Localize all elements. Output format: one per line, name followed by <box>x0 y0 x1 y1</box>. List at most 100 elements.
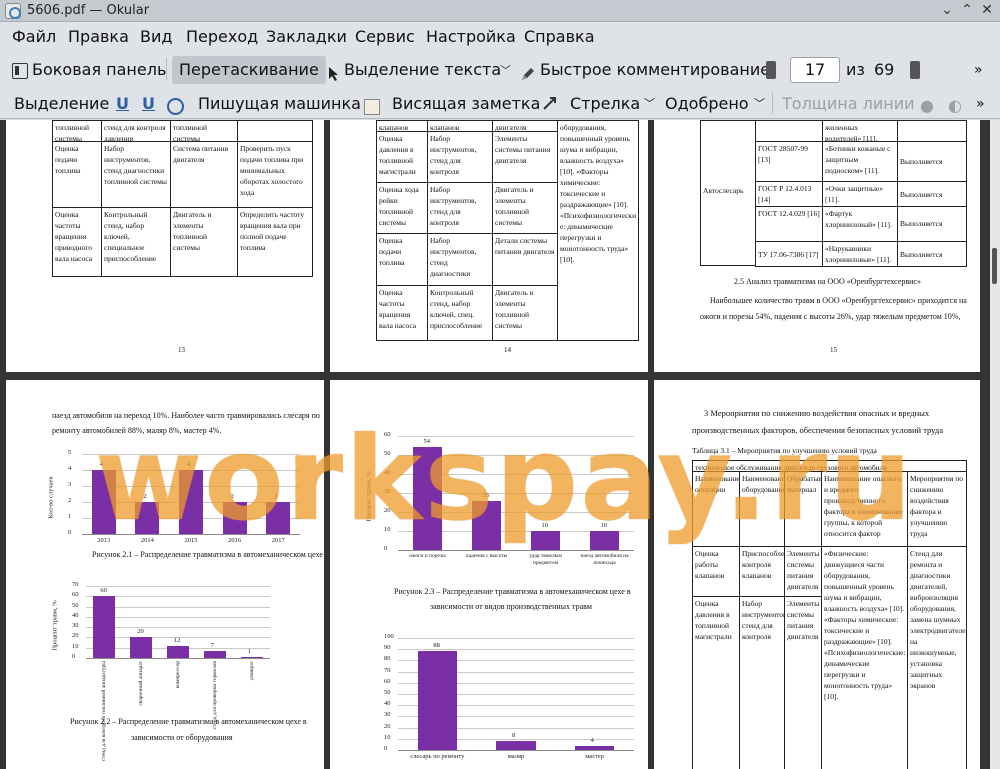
table-cell <box>237 120 313 142</box>
chart-bar <box>135 502 160 534</box>
vertical-scrollbar[interactable] <box>990 120 1000 769</box>
page-number-input[interactable]: 17 <box>790 57 840 83</box>
paragraph-line: наезд автомобиля на переход 10%. Наиболе… <box>52 411 320 420</box>
data-label: 4 <box>590 736 594 744</box>
y-tick-label: 100 <box>384 633 394 640</box>
table-cell: топливной системы <box>52 120 102 142</box>
y-tick-label: 30 <box>384 711 391 719</box>
page-14: клапанов клапанов двигателя Оценка давле… <box>330 120 648 372</box>
table-cell: «Нарукавники хлориниловые» [11]. <box>822 241 898 267</box>
table-cell: Набор инструментов, стенд диагностики <box>427 233 493 286</box>
table-cell: Выполняется <box>897 206 967 242</box>
x-tick-label: слесарь по ремонту <box>410 753 465 760</box>
stamp-icon[interactable] <box>163 92 192 120</box>
table-cell: Оценка хода рейки топливной системы <box>376 182 428 234</box>
chart-bar <box>91 470 116 534</box>
table-cell: «Физические: движущиеся части оборудован… <box>821 546 908 769</box>
arrow-tool-icon[interactable] <box>538 92 564 120</box>
chevron-down-icon[interactable]: ﹀ <box>500 62 511 78</box>
gridline <box>398 436 634 437</box>
drag-mode-label: Перетаскивание <box>179 60 319 79</box>
figure-caption: зависимости от оборудования <box>131 733 233 742</box>
y-tick-label: 50 <box>384 689 391 696</box>
arrow-tool-button[interactable]: Стрелка <box>566 90 644 118</box>
text-select-button[interactable]: Выделение текста <box>324 56 505 84</box>
line-width-button[interactable]: Толщина линии <box>778 90 919 118</box>
table-cell: Оценка давления в топливной магистрали <box>376 131 428 183</box>
menu-help[interactable]: Справка <box>524 27 595 46</box>
page-number: 15 <box>830 346 837 354</box>
paragraph-line: Наибольшее количество травм в ООО «Оренб… <box>710 296 967 305</box>
color-palette-icon[interactable]: ● <box>916 92 938 120</box>
document-view[interactable]: топливной системы стенд для контроля дав… <box>0 120 990 769</box>
menu-go[interactable]: Переход <box>186 27 258 46</box>
main-toolbar: Боковая панель Перетаскивание Выделение … <box>0 52 1000 88</box>
y-tick-label: 10 <box>384 526 391 533</box>
table-header: Мероприятия по снижению воздействия факт… <box>907 471 967 547</box>
y-tick-label: 10 <box>72 642 79 650</box>
chart-bar <box>412 447 443 550</box>
table-cell: Набор инструментов, стенд диагностики то… <box>101 141 171 208</box>
data-label: 1 <box>247 647 251 655</box>
toolbar-overflow-icon[interactable]: » <box>970 56 987 84</box>
data-label: 8 <box>512 732 516 740</box>
menu-bookmarks[interactable]: Закладки <box>266 27 347 46</box>
stamp-approved-button[interactable]: Одобрено <box>661 90 753 118</box>
chart-bar <box>471 500 502 550</box>
menu-edit[interactable]: Правка <box>68 27 129 46</box>
data-label: 2 <box>143 493 147 500</box>
stamp-dropdown-chevron-icon[interactable]: ﹀ <box>750 90 769 118</box>
next-page-icon[interactable] <box>910 61 920 79</box>
table-cell: Двигатель и элементы топливной системы <box>492 182 558 234</box>
table-cell: Выполняется <box>897 181 967 207</box>
data-label: 4 <box>99 461 104 468</box>
chart-bar <box>179 470 203 534</box>
x-tick-label: 2014 <box>140 537 154 544</box>
quick-comment-button[interactable]: Быстрое комментирование <box>516 56 774 84</box>
paragraph-line: ремонту автомобилей 88%, маляр 8%, масте… <box>52 426 222 435</box>
menu-view[interactable]: Вид <box>140 27 172 46</box>
data-label: 26 <box>482 491 490 499</box>
quick-comment-label: Быстрое комментирование <box>540 60 771 79</box>
menu-tools[interactable]: Сервис <box>355 27 415 46</box>
chart-bar <box>222 502 247 534</box>
text-select-label: Выделение текста <box>344 60 502 79</box>
sticky-note-icon[interactable] <box>360 92 388 120</box>
x-tick-label: 2013 <box>97 537 111 544</box>
previous-page-icon[interactable] <box>766 61 776 79</box>
table-header: Наименование опасного и вредного произво… <box>821 471 908 547</box>
scrollbar-thumb[interactable] <box>992 248 997 284</box>
table-cell: «Фартук хлориниловый» [11]. <box>822 206 898 242</box>
sticky-note-button[interactable]: Висящая заметка <box>388 90 544 118</box>
arrow-dropdown-chevron-icon[interactable]: ﹀ <box>640 90 659 118</box>
underline-icon[interactable]: U <box>112 90 133 118</box>
table-cell: Выполняется <box>897 141 967 182</box>
annotation-toolbar-overflow-icon[interactable]: » <box>972 90 989 118</box>
page-16: наезд автомобиля на переход 10%. Наиболе… <box>6 380 324 769</box>
y-tick-label: 1 <box>68 513 72 520</box>
maximize-icon[interactable]: ⌃ <box>958 1 976 19</box>
drag-mode-button[interactable]: Перетаскивание <box>172 56 326 84</box>
menu-file[interactable]: Файл <box>12 27 56 46</box>
close-icon[interactable]: ✕ <box>978 1 996 19</box>
y-tick-label: 70 <box>72 581 79 588</box>
table-cell: «Ботинки кожаные с защитным подноском» [… <box>822 141 898 182</box>
highlight-selection-button[interactable]: Выделение <box>10 90 113 118</box>
gridline <box>398 638 634 639</box>
table-header: Наименование операции <box>692 471 740 547</box>
minimize-icon[interactable]: ⌄ <box>938 1 956 19</box>
opacity-icon[interactable]: ◐ <box>944 92 966 120</box>
page-number: 13 <box>178 346 185 354</box>
annotation-toolbar: Выделение U U Пишущая машинка Висящая за… <box>0 88 1000 119</box>
typewriter-button[interactable]: Пишущая машинка <box>194 90 365 118</box>
squiggle-underline-icon[interactable]: U <box>138 90 159 118</box>
chart-bar <box>417 651 457 750</box>
menu-settings[interactable]: Настройка <box>426 27 516 46</box>
y-tick-label: 60 <box>72 591 79 599</box>
x-tick-label: 2016 <box>228 537 242 544</box>
table-cell: Набор инструментов, стенд для контроля <box>427 131 493 183</box>
table-cell: Двигатель и элементы топливной системы <box>170 207 238 277</box>
y-tick-label: 40 <box>72 611 79 619</box>
sidebar-button[interactable]: Боковая панель <box>8 56 170 84</box>
chart-injuries-by-profession: 100 90 80 70 60 50 40 30 20 10 0 88 слесарь по ремон… <box>370 632 640 762</box>
